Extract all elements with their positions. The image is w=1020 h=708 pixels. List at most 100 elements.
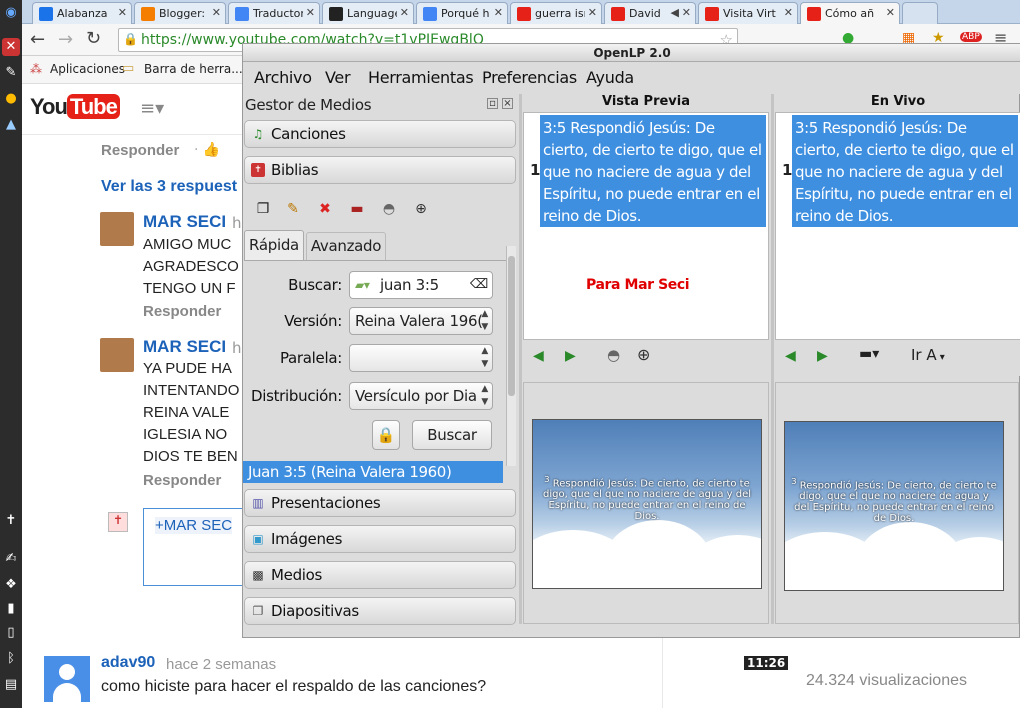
tab-guerra[interactable]: guerra isr ✕ bbox=[510, 2, 602, 24]
edit-icon[interactable]: ✎ bbox=[284, 200, 302, 218]
next-icon[interactable]: ▶ bbox=[565, 348, 576, 364]
dropbox-icon[interactable]: ❖ bbox=[2, 576, 20, 594]
clear-icon[interactable]: ⌫ bbox=[470, 272, 488, 298]
goto-dropdown[interactable]: Ir A ▾ bbox=[911, 346, 945, 364]
menu-preferencias[interactable]: Preferencias bbox=[482, 68, 577, 87]
close-icon[interactable]: ✕ bbox=[682, 6, 691, 19]
delete-icon[interactable]: ✖ bbox=[316, 200, 334, 218]
close-icon[interactable]: ✕ bbox=[886, 6, 895, 19]
menu-herramientas[interactable]: Herramientas bbox=[368, 68, 474, 87]
display-icon[interactable]: ▬▾ bbox=[859, 346, 879, 362]
close-icon[interactable]: ✕ bbox=[784, 6, 793, 19]
reply-link[interactable]: Responder bbox=[143, 472, 221, 489]
note-icon[interactable]: ✍ bbox=[2, 550, 20, 568]
add-icon[interactable]: ⊕ bbox=[412, 200, 430, 218]
edit-icon[interactable]: ✎ bbox=[2, 64, 20, 82]
cross-icon[interactable]: ✝ bbox=[2, 512, 20, 530]
menu-ver[interactable]: Ver bbox=[325, 68, 351, 87]
new-icon[interactable]: ❐ bbox=[254, 200, 272, 218]
close-icon[interactable]: ✕ bbox=[118, 6, 127, 19]
comment-author[interactable]: MAR SECI bbox=[143, 337, 226, 357]
youtube-logo[interactable]: You Tube bbox=[30, 94, 120, 124]
preview-slide[interactable]: 3:5 Respondió Jesús: De cierto, de ciert… bbox=[540, 115, 766, 227]
row-number: 1 bbox=[782, 161, 793, 179]
tab-favicon bbox=[329, 7, 343, 21]
section-songs[interactable]: ♫ Canciones bbox=[244, 120, 516, 148]
avatar[interactable] bbox=[44, 656, 90, 702]
float-icon[interactable]: ▫ bbox=[487, 98, 498, 109]
splitter[interactable] bbox=[771, 94, 774, 624]
search-input[interactable]: ▰▾ juan 3:5 ⌫ bbox=[349, 271, 493, 299]
reply-link[interactable]: Responder bbox=[143, 303, 221, 320]
comment-author[interactable]: adav90 bbox=[101, 654, 155, 672]
close-icon[interactable]: ✕ bbox=[400, 6, 409, 19]
layout-select[interactable]: Versículo por Dia ▲ ▼ bbox=[349, 382, 493, 410]
add-icon[interactable]: ⊕ bbox=[637, 345, 650, 364]
search-button[interactable]: Buscar bbox=[412, 420, 492, 450]
speaker-icon[interactable]: ◀ bbox=[671, 6, 679, 19]
result-item[interactable]: Juan 3:5 (Reina Valera 1960) bbox=[243, 461, 503, 483]
new-tab-button[interactable] bbox=[902, 2, 938, 24]
ubuntu-icon[interactable]: ◉ bbox=[2, 4, 20, 22]
bluetooth-icon[interactable]: ᛒ bbox=[2, 650, 20, 668]
layout-label: Distribución: bbox=[250, 387, 342, 405]
tab-quick[interactable]: Rápida bbox=[244, 230, 304, 260]
reply-link[interactable]: Responder bbox=[101, 142, 179, 159]
tab-traductor[interactable]: Traductor ✕ bbox=[228, 2, 320, 24]
comment-author[interactable]: MAR SECI bbox=[143, 212, 226, 232]
tab-alabanza[interactable]: Alabanza ✕ bbox=[32, 2, 132, 24]
openlp-window: OpenLP 2.0 Archivo Ver Herramientas Pref… bbox=[242, 43, 1020, 638]
like-icon[interactable]: · 👍 bbox=[194, 142, 220, 158]
back-icon[interactable]: ← bbox=[30, 29, 45, 50]
menu-ayuda[interactable]: Ayuda bbox=[586, 68, 634, 87]
close-icon[interactable]: ✕ bbox=[588, 6, 597, 19]
version-select[interactable]: Reina Valera 196(▲ ▼ bbox=[349, 307, 493, 335]
avatar[interactable] bbox=[100, 212, 134, 246]
splitter[interactable] bbox=[519, 94, 522, 624]
avatar[interactable] bbox=[100, 338, 134, 372]
bookmark-bar[interactable]: Barra de herra... bbox=[144, 62, 243, 76]
tab-david[interactable]: David ◀ ✕ bbox=[604, 2, 696, 24]
live-slide[interactable]: 3:5 Respondió Jesús: De cierto, de ciert… bbox=[792, 115, 1018, 227]
lock-button[interactable]: 🔒 bbox=[372, 420, 400, 450]
previous-icon[interactable]: ◀ bbox=[785, 348, 796, 364]
scrollbar[interactable] bbox=[506, 246, 516, 466]
guide-menu-icon[interactable]: ≡▾ bbox=[140, 98, 164, 119]
user-avatar[interactable]: ✝ bbox=[108, 512, 128, 532]
tab-blogger[interactable]: Blogger: ✕ bbox=[134, 2, 226, 24]
bookmark-apps[interactable]: Aplicaciones bbox=[50, 62, 125, 76]
drive-icon[interactable]: ▲ bbox=[2, 116, 20, 134]
preview-icon[interactable]: ◓ bbox=[380, 200, 398, 218]
view-replies-link[interactable]: Ver las 3 respuest bbox=[101, 178, 237, 196]
reload-icon[interactable]: ↻ bbox=[86, 28, 101, 49]
youtube-favicon bbox=[611, 7, 625, 21]
parallel-select[interactable]: ▲ ▼ bbox=[349, 344, 493, 372]
section-presentations[interactable]: ▥ Presentaciones bbox=[244, 489, 516, 517]
adblock-icon[interactable]: ABP bbox=[960, 32, 982, 42]
close-icon[interactable]: ✕ bbox=[494, 6, 503, 19]
close-icon[interactable]: ✕ bbox=[212, 6, 221, 19]
forward-icon[interactable]: → bbox=[58, 29, 73, 50]
app-icon[interactable]: ✕ bbox=[2, 38, 20, 56]
tab-language[interactable]: Language ✕ bbox=[322, 2, 414, 24]
chrome-icon[interactable]: ● bbox=[2, 90, 20, 108]
tab-visita[interactable]: Visita Virt ✕ bbox=[698, 2, 798, 24]
section-images[interactable]: ▣ Imágenes bbox=[244, 525, 516, 553]
preview-header: Vista Previa bbox=[602, 94, 690, 109]
book-icon[interactable]: ▤ bbox=[2, 676, 20, 694]
next-icon[interactable]: ▶ bbox=[817, 348, 828, 364]
close-icon[interactable]: ✕ bbox=[306, 6, 315, 19]
menu-archivo[interactable]: Archivo bbox=[254, 68, 312, 87]
scrollbar-thumb[interactable] bbox=[508, 256, 515, 396]
section-media[interactable]: ▩ Medios bbox=[244, 561, 516, 589]
apps-icon[interactable]: ⁂ bbox=[30, 62, 42, 76]
tab-advanced[interactable]: Avanzado bbox=[306, 232, 386, 260]
section-bibles[interactable]: ✝ Biblias bbox=[244, 156, 516, 184]
previous-icon[interactable]: ◀ bbox=[533, 348, 544, 364]
section-slides[interactable]: ❐ Diapositivas bbox=[244, 597, 516, 625]
go-live-icon[interactable]: ◓ bbox=[607, 346, 620, 364]
import-icon[interactable]: ▬ bbox=[348, 200, 366, 218]
close-icon[interactable]: × bbox=[502, 98, 513, 109]
tab-como[interactable]: Cómo añ ✕ bbox=[800, 2, 900, 24]
tab-porque[interactable]: Porqué h ✕ bbox=[416, 2, 508, 24]
